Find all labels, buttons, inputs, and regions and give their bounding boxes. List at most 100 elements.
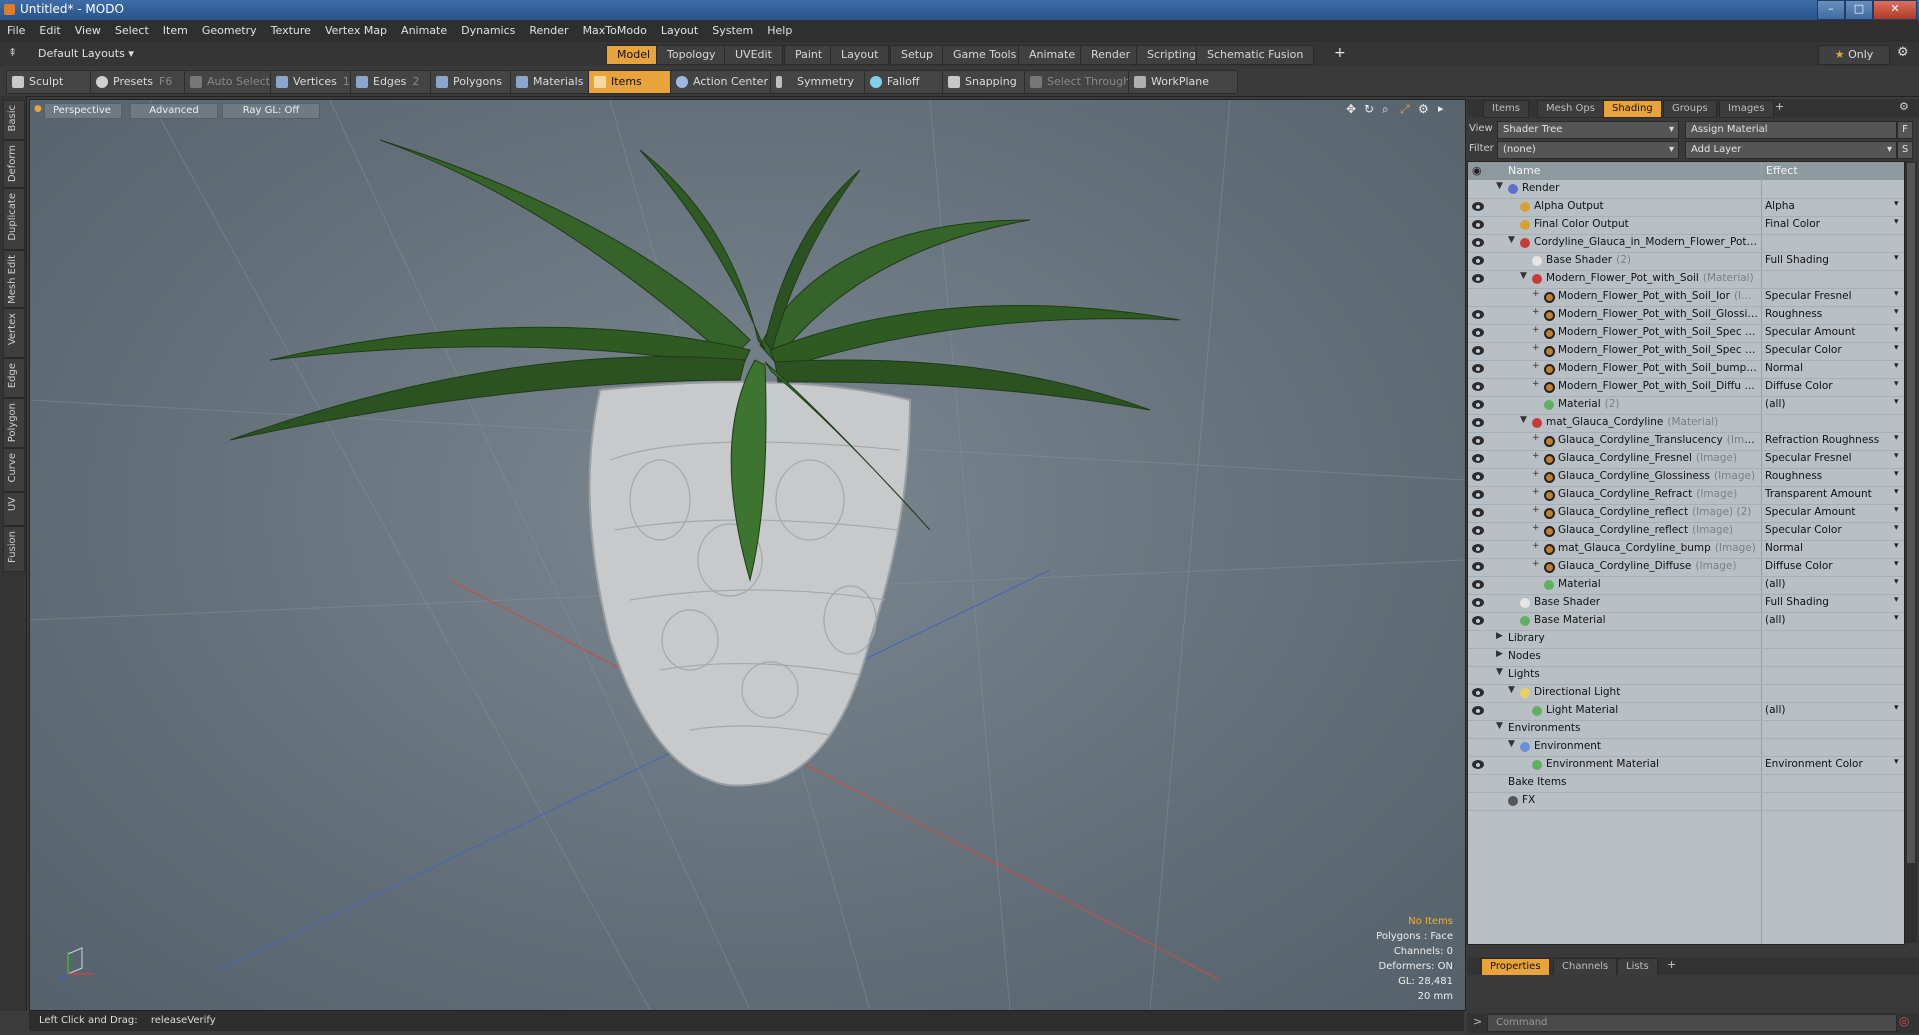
- menu-texture[interactable]: Texture: [264, 20, 318, 42]
- menu-layout[interactable]: Layout: [654, 20, 705, 42]
- shader-tree-row[interactable]: + Modern_Flower_Pot_with_Soil_bump… Normal…: [1468, 360, 1904, 379]
- layout-tab-schematic-fusion[interactable]: Schematic Fusion: [1196, 45, 1315, 65]
- shader-tree-row[interactable]: Environment Material Environment Color ▾: [1468, 756, 1904, 775]
- tool-tab-mesh-edit[interactable]: Mesh Edit: [3, 250, 25, 308]
- expand-toggle-icon[interactable]: ▼: [1520, 415, 1527, 425]
- effect-column-header[interactable]: Effect: [1766, 164, 1798, 177]
- layout-tab-uvedit[interactable]: UVEdit: [724, 45, 783, 65]
- shader-tree-row[interactable]: ▼ Directional Light: [1468, 684, 1904, 703]
- shader-tree-row[interactable]: FX: [1468, 792, 1904, 811]
- layout-tab-paint[interactable]: Paint: [784, 45, 834, 65]
- expand-toggle-icon[interactable]: +: [1532, 487, 1540, 497]
- visibility-eye-icon[interactable]: [1472, 202, 1484, 211]
- tool-tab-fusion[interactable]: Fusion: [3, 526, 25, 572]
- shader-tree-row[interactable]: Bake Items: [1468, 774, 1904, 793]
- layout-tab-render[interactable]: Render: [1080, 45, 1142, 65]
- tool-tab-curve[interactable]: Curve: [3, 448, 25, 492]
- tree-item-effect[interactable]: Final Color: [1765, 218, 1895, 230]
- shader-tree-row[interactable]: + Modern_Flower_Pot_with_Soil_Diffu … Diff…: [1468, 378, 1904, 397]
- add-bottom-tab-button[interactable]: +: [1667, 958, 1676, 971]
- tree-item-effect[interactable]: (all): [1765, 614, 1895, 626]
- add-layout-button[interactable]: +: [1334, 45, 1346, 61]
- visibility-eye-icon[interactable]: [1472, 274, 1484, 283]
- filter-select[interactable]: (none) ▾: [1497, 141, 1679, 159]
- advanced-button[interactable]: Advanced: [130, 103, 218, 119]
- expand-toggle-icon[interactable]: +: [1532, 469, 1540, 479]
- effect-dropdown-icon[interactable]: ▾: [1894, 343, 1899, 353]
- shader-tree-row[interactable]: + Glauca_Cordyline_Translucency (Ima… Refra…: [1468, 432, 1904, 451]
- tree-item-effect[interactable]: Normal: [1765, 542, 1895, 554]
- layout-tab-layout[interactable]: Layout: [830, 45, 890, 65]
- visibility-eye-icon[interactable]: [1472, 616, 1484, 625]
- shader-tree-row[interactable]: Base Shader Full Shading ▾: [1468, 594, 1904, 613]
- layout-tab-setup[interactable]: Setup: [890, 45, 945, 65]
- effect-dropdown-icon[interactable]: ▾: [1894, 379, 1899, 389]
- visibility-eye-icon[interactable]: [1472, 760, 1484, 769]
- tree-item-effect[interactable]: Diffuse Color: [1765, 380, 1895, 392]
- tree-item-effect[interactable]: Specular Fresnel: [1765, 290, 1895, 302]
- visibility-eye-icon[interactable]: [1472, 508, 1484, 517]
- shader-tree-row[interactable]: + Glauca_Cordyline_reflect (Image) Specular…: [1468, 522, 1904, 541]
- workplane-button[interactable]: WorkPlane: [1128, 70, 1238, 94]
- add-layer-select[interactable]: Add Layer ▾: [1685, 141, 1897, 159]
- close-button[interactable]: ✕: [1873, 0, 1917, 20]
- shader-tree-row[interactable]: ▼ Cordyline_Glauca_in_Modern_Flower_Pot…: [1468, 234, 1904, 253]
- tool-tab-edge[interactable]: Edge: [3, 358, 25, 398]
- visibility-eye-icon[interactable]: [1472, 472, 1484, 481]
- tool-tab-polygon[interactable]: Polygon: [3, 398, 25, 448]
- expand-toggle-icon[interactable]: +: [1532, 379, 1540, 389]
- visibility-eye-icon[interactable]: [1472, 220, 1484, 229]
- layout-select[interactable]: Default Layouts ▾: [38, 47, 134, 60]
- shader-tree-row[interactable]: ▼ Lights: [1468, 666, 1904, 685]
- add-layer-key[interactable]: S: [1897, 141, 1913, 159]
- menu-animate[interactable]: Animate: [394, 20, 454, 42]
- shader-tree-row[interactable]: + Glauca_Cordyline_Glossiness (Image) Rough…: [1468, 468, 1904, 487]
- expand-toggle-icon[interactable]: ▼: [1508, 739, 1515, 749]
- tool-tab-deform[interactable]: Deform: [3, 140, 25, 188]
- menu-view[interactable]: View: [68, 20, 108, 42]
- tree-item-effect[interactable]: Specular Amount: [1765, 506, 1895, 518]
- effect-dropdown-icon[interactable]: ▾: [1894, 325, 1899, 335]
- expand-toggle-icon[interactable]: ▼: [1508, 235, 1515, 245]
- shader-tree-row[interactable]: + mat_Glauca_Cordyline_bump (Image) Normal ▾: [1468, 540, 1904, 559]
- tree-item-effect[interactable]: Full Shading: [1765, 254, 1895, 266]
- effect-dropdown-icon[interactable]: ▾: [1894, 253, 1899, 263]
- shader-tree-row[interactable]: Material (2) (all) ▾: [1468, 396, 1904, 415]
- sculpt-button[interactable]: Sculpt: [6, 70, 96, 94]
- layout-tab-animate[interactable]: Animate: [1018, 45, 1087, 65]
- viewport-dot-icon[interactable]: ●: [34, 104, 42, 114]
- menu-item[interactable]: Item: [156, 20, 195, 42]
- effect-dropdown-icon[interactable]: ▾: [1894, 217, 1899, 227]
- shader-tree-row[interactable]: Light Material (all) ▾: [1468, 702, 1904, 721]
- move-view-icon[interactable]: ✥: [1346, 102, 1356, 116]
- add-tab-button[interactable]: +: [1775, 100, 1784, 113]
- expand-toggle-icon[interactable]: +: [1532, 325, 1540, 335]
- expand-toggle-icon[interactable]: ▼: [1496, 181, 1503, 191]
- tree-item-effect[interactable]: Alpha: [1765, 200, 1895, 212]
- shader-tree-row[interactable]: Material (all) ▾: [1468, 576, 1904, 595]
- record-icon[interactable]: ◎: [1899, 1014, 1909, 1028]
- tree-item-effect[interactable]: (all): [1765, 398, 1895, 410]
- menu-geometry[interactable]: Geometry: [195, 20, 264, 42]
- tool-tab-basic[interactable]: Basic: [3, 100, 25, 140]
- only-toggle[interactable]: ★ Only: [1818, 45, 1890, 65]
- panel-tab-images[interactable]: Images: [1719, 100, 1774, 118]
- effect-dropdown-icon[interactable]: ▾: [1894, 757, 1899, 767]
- shader-tree-row[interactable]: ▼ Render: [1468, 180, 1904, 199]
- panel-tab-groups[interactable]: Groups: [1663, 100, 1717, 118]
- tree-item-effect[interactable]: Refraction Roughness: [1765, 434, 1895, 446]
- tool-tab-vertex[interactable]: Vertex: [3, 308, 25, 358]
- menu-select[interactable]: Select: [108, 20, 156, 42]
- expand-toggle-icon[interactable]: ▶: [1496, 631, 1503, 641]
- menu-edit[interactable]: Edit: [32, 20, 67, 42]
- effect-dropdown-icon[interactable]: ▾: [1894, 361, 1899, 371]
- raygl-button[interactable]: Ray GL: Off: [222, 103, 320, 119]
- effect-dropdown-icon[interactable]: ▾: [1894, 505, 1899, 515]
- tree-item-effect[interactable]: Specular Fresnel: [1765, 452, 1895, 464]
- expand-toggle-icon[interactable]: +: [1532, 541, 1540, 551]
- tree-item-effect[interactable]: Full Shading: [1765, 596, 1895, 608]
- tool-tab-uv[interactable]: UV: [3, 492, 25, 526]
- shader-tree-row[interactable]: + Modern_Flower_Pot_with_Soil_Spec … Specu…: [1468, 342, 1904, 361]
- maximize-view-icon[interactable]: ⤢: [1400, 102, 1410, 117]
- expand-toggle-icon[interactable]: ▼: [1496, 667, 1503, 677]
